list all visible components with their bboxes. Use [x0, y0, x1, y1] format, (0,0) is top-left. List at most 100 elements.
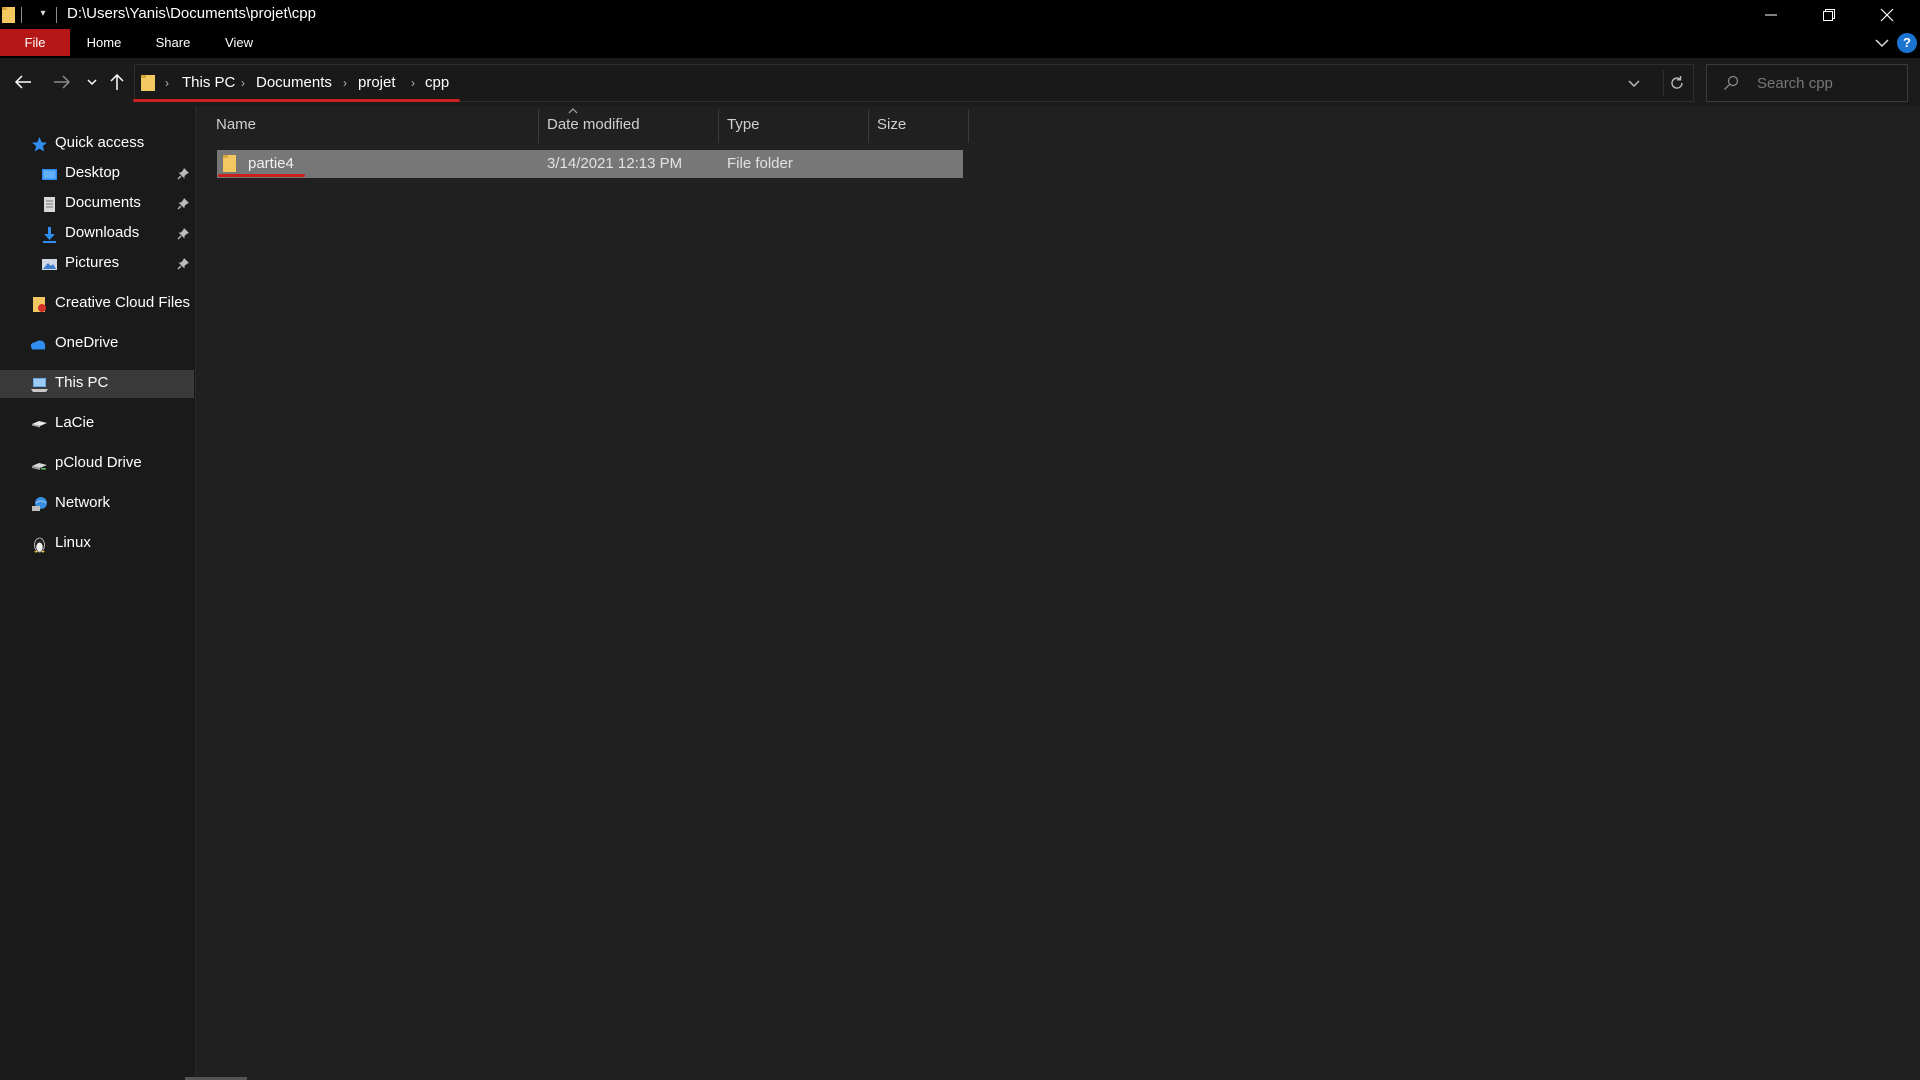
- sidebar-item-quick-access[interactable]: Quick access: [0, 130, 194, 158]
- breadcrumb-projet[interactable]: projet: [358, 74, 396, 91]
- annotation-underline: [218, 174, 305, 177]
- pin-icon[interactable]: [177, 167, 190, 180]
- sidebar-item-creative-cloud-files[interactable]: Creative Cloud Files: [0, 290, 194, 318]
- title-separator: [56, 7, 57, 23]
- ribbon-tabs: File Home Share View ?: [0, 29, 1920, 58]
- sidebar-item-lacie[interactable]: LaCie: [0, 410, 194, 438]
- pin-icon[interactable]: [177, 227, 190, 240]
- file-type: File folder: [727, 155, 793, 172]
- chevron-right-icon[interactable]: ›: [165, 76, 169, 90]
- annotation-underline: [133, 99, 460, 102]
- arrow-right-icon: [54, 75, 71, 89]
- title-separator: [21, 7, 22, 23]
- folder-icon: [141, 75, 155, 91]
- downloads-icon: [43, 227, 56, 243]
- tab-share[interactable]: Share: [150, 29, 196, 56]
- back-button[interactable]: [11, 70, 35, 94]
- arrow-up-icon: [110, 73, 124, 90]
- navigation-pane: Quick access Desktop Documents Downloads…: [0, 106, 196, 1080]
- minimize-button[interactable]: [1742, 0, 1800, 29]
- cloud-icon: [30, 340, 46, 350]
- sidebar-item-label: Desktop: [65, 164, 121, 181]
- column-header-date-modified[interactable]: Date modified: [539, 106, 717, 144]
- sidebar-item-label: Downloads: [65, 224, 140, 241]
- column-header-name[interactable]: Name: [208, 106, 536, 144]
- pictures-icon: [42, 259, 57, 270]
- column-header-label: Name: [216, 116, 257, 133]
- network-icon: [32, 497, 47, 511]
- sidebar-item-downloads[interactable]: Downloads: [0, 220, 194, 248]
- chevron-right-icon[interactable]: ›: [343, 76, 347, 90]
- column-header-type[interactable]: Type: [719, 106, 867, 144]
- folder-icon: [2, 7, 15, 23]
- help-icon[interactable]: ?: [1897, 33, 1917, 53]
- sidebar-item-network[interactable]: Network: [0, 490, 194, 518]
- close-button[interactable]: [1858, 0, 1916, 29]
- column-divider[interactable]: [968, 109, 969, 143]
- column-header-label: Type: [727, 116, 760, 133]
- recent-locations-button[interactable]: [80, 70, 104, 94]
- breadcrumb-documents[interactable]: Documents: [256, 74, 332, 91]
- tab-home[interactable]: Home: [82, 29, 126, 56]
- tab-file[interactable]: File: [0, 29, 70, 56]
- up-button[interactable]: [105, 70, 129, 94]
- column-header-label: Date modified: [547, 116, 640, 133]
- desktop-icon: [42, 169, 57, 180]
- computer-icon: [31, 378, 48, 392]
- sidebar-item-label: Quick access: [55, 134, 145, 151]
- sidebar-item-label: OneDrive: [55, 334, 119, 351]
- sidebar-item-label: Linux: [55, 534, 91, 551]
- sidebar-item-label: This PC: [55, 374, 109, 391]
- file-name: partie4: [248, 155, 294, 172]
- breadcrumb-this-pc[interactable]: This PC: [182, 74, 235, 91]
- address-bar[interactable]: › This PC › Documents › projet › cpp: [134, 64, 1694, 102]
- title-bar: ▾ D:\Users\Yanis\Documents\projet\cpp: [0, 0, 1920, 29]
- star-icon: [32, 137, 47, 152]
- minimize-icon: [1765, 14, 1777, 15]
- close-icon: [1880, 8, 1894, 21]
- restore-button[interactable]: [1800, 0, 1858, 29]
- sidebar-item-label: pCloud Drive: [55, 454, 142, 471]
- search-input[interactable]: [1755, 65, 1905, 101]
- sidebar-item-onedrive[interactable]: OneDrive: [0, 330, 194, 358]
- network-drive-icon: [32, 463, 47, 470]
- sidebar-item-label: Pictures: [65, 254, 120, 271]
- breadcrumb-cpp[interactable]: cpp: [425, 74, 449, 91]
- sidebar-item-label: Documents: [65, 194, 141, 211]
- documents-icon: [44, 197, 55, 212]
- sidebar-item-pictures[interactable]: Pictures: [0, 250, 194, 278]
- sidebar-item-linux[interactable]: Linux: [0, 530, 194, 558]
- file-list: Name Date modified Type Size partie4 3/1…: [197, 106, 1920, 1080]
- chevron-right-icon[interactable]: ›: [241, 76, 245, 90]
- linux-penguin-icon: [34, 537, 45, 553]
- expand-ribbon-icon[interactable]: [1874, 35, 1890, 51]
- search-box[interactable]: [1706, 64, 1908, 102]
- search-icon: [1724, 75, 1739, 90]
- forward-button[interactable]: [50, 70, 74, 94]
- table-row[interactable]: partie4 3/14/2021 12:13 PM File folder: [217, 150, 963, 178]
- column-header-label: Size: [877, 116, 907, 133]
- tab-view[interactable]: View: [222, 29, 256, 56]
- quick-access-toolbar-dropdown-icon[interactable]: ▾: [36, 7, 50, 21]
- sidebar-item-label: Network: [55, 494, 111, 511]
- pin-icon[interactable]: [177, 197, 190, 210]
- refresh-icon: [1670, 76, 1683, 89]
- chevron-right-icon[interactable]: ›: [411, 76, 415, 90]
- sidebar-item-documents[interactable]: Documents: [0, 190, 194, 218]
- creative-cloud-icon: [33, 297, 46, 312]
- sidebar-item-pcloud-drive[interactable]: pCloud Drive: [0, 450, 194, 478]
- file-date-modified: 3/14/2021 12:13 PM: [547, 155, 683, 172]
- restore-icon: [1823, 8, 1835, 21]
- refresh-button[interactable]: [1663, 70, 1689, 96]
- chevron-down-icon[interactable]: [1624, 73, 1644, 93]
- column-header-size[interactable]: Size: [869, 106, 965, 144]
- pin-icon[interactable]: [177, 257, 190, 270]
- chevron-down-icon: [87, 79, 97, 86]
- arrow-left-icon: [14, 75, 31, 89]
- sidebar-item-label: LaCie: [55, 414, 95, 431]
- window-title: D:\Users\Yanis\Documents\projet\cpp: [67, 5, 316, 22]
- drive-icon: [32, 421, 47, 428]
- sidebar-item-this-pc[interactable]: This PC: [0, 370, 194, 398]
- sidebar-item-label: Creative Cloud Files: [55, 294, 191, 311]
- sidebar-item-desktop[interactable]: Desktop: [0, 160, 194, 188]
